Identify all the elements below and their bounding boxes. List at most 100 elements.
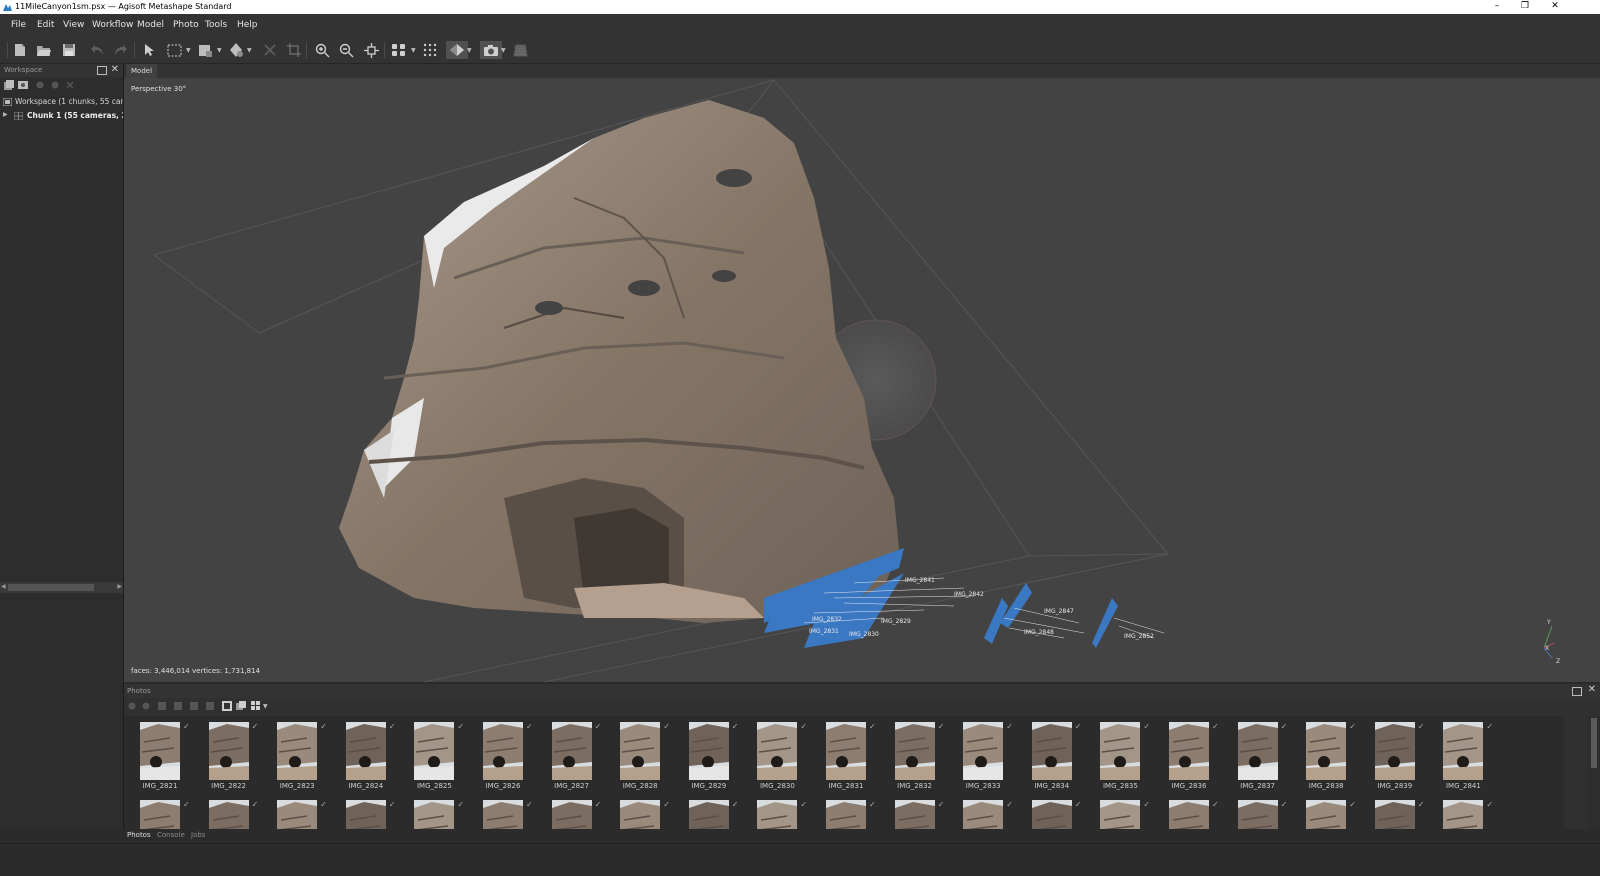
minimize-button[interactable]: – [1482, 0, 1512, 14]
show-points-icon[interactable] [421, 41, 439, 59]
scroll-right-icon[interactable]: ▶ [117, 583, 122, 590]
cameras-dropdown-icon[interactable]: ▼ [411, 47, 416, 54]
workspace-root-row[interactable]: Workspace (1 chunks, 55 cameras) [0, 95, 123, 109]
menu-model[interactable]: Model [137, 20, 164, 30]
menu-view[interactable]: View [63, 20, 84, 30]
photo-thumbnail-label: IMG_2824 [348, 782, 384, 790]
zoom-in-icon[interactable] [313, 41, 331, 59]
aligned-check-icon: ✓ [731, 800, 739, 809]
close-panel-icon[interactable]: ✕ [111, 64, 119, 75]
rotate-region-icon[interactable] [227, 41, 245, 59]
rectangle-selection-icon[interactable] [165, 41, 183, 59]
photo-thumbnail-image [826, 800, 866, 829]
selection-dropdown-icon[interactable]: ▼ [186, 47, 191, 54]
reset-view-icon[interactable] [362, 41, 380, 59]
workspace-tool-disabled-icon[interactable] [36, 81, 44, 89]
open-folder-icon[interactable] [35, 41, 53, 59]
remove-photo-icon[interactable] [206, 702, 214, 710]
tab-console[interactable]: Console [157, 831, 185, 839]
crop-selection-icon[interactable] [285, 41, 303, 59]
toolbar-separator [306, 42, 307, 58]
close-window-button[interactable]: ✕ [1540, 0, 1570, 14]
add-photos-icon[interactable] [18, 80, 28, 90]
float-panel-icon[interactable] [1572, 687, 1582, 696]
redo-icon[interactable] [112, 41, 130, 59]
menu-photo[interactable]: Photo [173, 20, 199, 30]
main-toolbar: ▼ ▼ ▼ ▼ ▼ ▼ [0, 36, 1600, 64]
model-shading-icon[interactable] [446, 41, 468, 59]
restore-button[interactable]: ❐ [1510, 0, 1540, 14]
workspace-tool-disabled-icon[interactable] [51, 81, 59, 89]
reset-alignment-icon[interactable] [174, 702, 182, 710]
show-masks-icon[interactable] [222, 701, 232, 711]
scroll-left-icon[interactable]: ◀ [1, 583, 6, 590]
show-basemap-icon[interactable] [511, 41, 529, 59]
bottom-tab-bar: Photos Console Jobs [124, 829, 1600, 843]
workspace-icon [3, 98, 12, 106]
aligned-check-icon: ✓ [1417, 800, 1425, 809]
aligned-check-icon: ✓ [800, 722, 808, 731]
add-chunk-icon[interactable] [4, 80, 14, 90]
disable-camera-icon[interactable] [142, 702, 150, 710]
expand-arrow-icon[interactable]: ▶ [3, 111, 8, 118]
rotate-right-icon[interactable] [190, 702, 198, 710]
axis-y-label: Y [1546, 619, 1551, 626]
menu-file[interactable]: File [11, 20, 26, 30]
menu-help[interactable]: Help [237, 20, 258, 30]
aligned-check-icon: ✓ [526, 800, 533, 809]
menu-edit[interactable]: Edit [37, 20, 54, 30]
zoom-out-icon[interactable] [337, 41, 355, 59]
show-info-icon[interactable] [236, 701, 246, 711]
photo-thumbnail-label: IMG_2837 [1240, 782, 1276, 790]
float-panel-icon[interactable] [97, 66, 107, 75]
menu-tools[interactable]: Tools [205, 20, 227, 30]
photo-thumbnail-image [277, 800, 318, 829]
new-document-icon[interactable] [11, 41, 29, 59]
photo-thumbnail-label: IMG_2831 [828, 782, 864, 790]
rotate-left-icon[interactable] [158, 702, 166, 710]
view-mode-icon[interactable] [251, 701, 263, 711]
aligned-check-icon: ✓ [183, 722, 190, 731]
workspace-horizontal-scrollbar[interactable]: ◀ ▶ [0, 582, 123, 593]
photo-thumbnail-grid[interactable]: ✓ IMG_2821 ✓ IMG_2822 ✓ IMG_2823 ✓ IMG_2824 ✓ IMG… [124, 716, 1564, 829]
photo-thumbnail-image [551, 800, 592, 829]
region-dropdown-icon[interactable]: ▼ [217, 47, 222, 54]
close-panel-icon[interactable]: ✕ [1588, 684, 1596, 695]
photo-thumbnail-image [345, 800, 386, 829]
enable-camera-icon[interactable] [128, 702, 136, 710]
navigation-cursor-icon[interactable] [140, 41, 158, 59]
save-icon[interactable] [60, 41, 78, 59]
photo-thumbnail-label: IMG_2835 [1102, 782, 1138, 790]
aligned-check-icon: ✓ [251, 800, 259, 809]
camera-label: IMG_2848 [1024, 629, 1054, 636]
tab-photos[interactable]: Photos [127, 831, 151, 839]
scrollbar-thumb[interactable] [8, 584, 94, 591]
undo-icon[interactable] [88, 41, 106, 59]
aligned-check-icon: ✓ [1349, 800, 1356, 809]
photo-thumbnail-image [1100, 800, 1141, 829]
photo-thumbnail-image [688, 722, 729, 780]
photo-thumbnail-label: IMG_2836 [1171, 782, 1207, 790]
chunk-row[interactable]: ▶ Chunk 1 (55 cameras, 22,848 points) [0, 109, 123, 123]
photo-thumbnail-image [414, 722, 455, 780]
delete-selection-icon[interactable] [261, 41, 279, 59]
shading-dropdown-icon[interactable]: ▼ [467, 47, 472, 54]
rotate-dropdown-icon[interactable]: ▼ [247, 47, 252, 54]
menu-workflow[interactable]: Workflow [92, 20, 133, 30]
view-mode-dropdown-icon[interactable]: ▼ [263, 703, 268, 710]
resize-region-icon[interactable] [197, 41, 215, 59]
capture-view-icon[interactable] [480, 41, 502, 59]
aligned-check-icon: ✓ [800, 800, 808, 809]
aligned-check-icon: ✓ [1212, 800, 1219, 809]
photos-vertical-scrollbar[interactable] [1588, 716, 1600, 829]
photo-thumbnail-image [1031, 800, 1072, 829]
show-cameras-icon[interactable] [390, 41, 408, 59]
capture-dropdown-icon[interactable]: ▼ [501, 47, 506, 54]
aligned-check-icon: ✓ [1074, 722, 1082, 731]
remove-item-icon[interactable] [66, 81, 74, 89]
tab-model[interactable]: Model [126, 64, 158, 78]
scrollbar-thumb[interactable] [1591, 718, 1597, 768]
tab-jobs[interactable]: Jobs [191, 831, 205, 839]
model-viewport[interactable]: IMG_2841 IMG_2842 IMG_2829 IMG_2830 IMG_… [124, 78, 1600, 682]
photo-thumbnail-image [1306, 800, 1347, 829]
